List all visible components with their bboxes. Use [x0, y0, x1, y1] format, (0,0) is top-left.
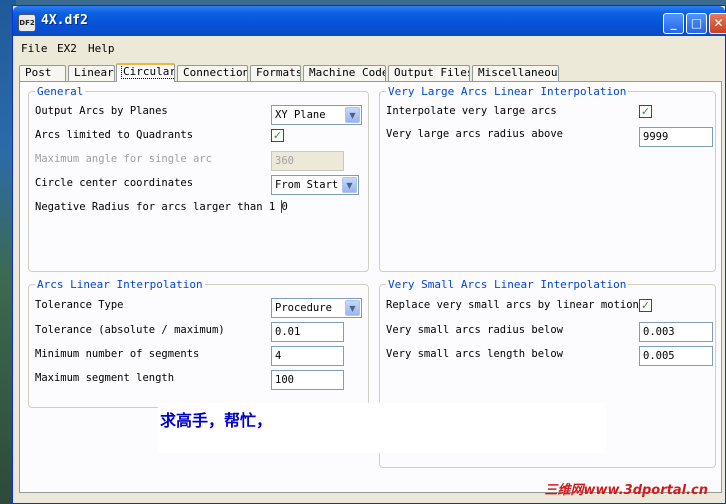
arcs-quadrants-checkbox[interactable]: ✓ — [271, 129, 284, 142]
chevron-down-icon: ▼ — [345, 300, 360, 316]
tab-post[interactable]: Post — [19, 65, 66, 81]
group-very-large-arcs: Very Large Arcs Linear Interpolation Int… — [379, 85, 716, 272]
max-segment-input[interactable]: 100 — [271, 370, 344, 390]
small-length-label: Very small arcs length below — [386, 348, 564, 360]
tab-miscellaneous[interactable]: Miscellaneous — [472, 65, 559, 81]
neg-radius-checkbox[interactable] — [276, 200, 282, 213]
group-title: Very Small Arcs Linear Interpolation — [386, 278, 629, 291]
replace-small-label: Replace very small arcs by linear motion — [386, 299, 639, 311]
tab-label: Miscellaneous — [478, 66, 559, 79]
chevron-down-icon: ▼ — [342, 177, 357, 193]
group-arcs-linear: Arcs Linear Interpolation Tolerance Type… — [28, 278, 369, 408]
minimize-button[interactable]: _ — [663, 13, 684, 34]
tab-machine-code[interactable]: Machine Code — [303, 65, 386, 81]
tab-label: Machine Code — [309, 66, 386, 79]
arcs-quadrants-label: Arcs limited to Quadrants — [35, 129, 194, 141]
max-angle-label: Maximum angle for single arc — [35, 153, 213, 165]
large-radius-input[interactable]: 9999 — [639, 127, 713, 147]
output-arcs-select[interactable]: XY Plane ▼ — [271, 105, 362, 125]
tab-label: Post — [25, 66, 52, 79]
tab-connection[interactable]: Connection — [177, 65, 248, 81]
circle-center-select[interactable]: From Start ▼ — [271, 175, 359, 195]
tab-label: Formats — [256, 66, 301, 79]
interpolate-large-label: Interpolate very large arcs — [386, 105, 557, 117]
tab-label: Output Files — [394, 66, 470, 79]
tolerance-label: Tolerance (absolute / maximum) — [35, 324, 225, 336]
group-title: Arcs Linear Interpolation — [35, 278, 205, 291]
menu-ex2[interactable]: EX2 — [57, 42, 77, 55]
interpolate-large-checkbox[interactable]: ✓ — [639, 105, 652, 118]
tab-circular[interactable]: Circular — [116, 63, 175, 82]
group-general: General Output Arcs by Planes XY Plane ▼… — [28, 85, 369, 272]
select-value: From Start — [275, 179, 339, 191]
watermark-text: 三维网www.3dportal.cn — [544, 483, 708, 498]
neg-radius-label: Negative Radius for arcs larger than 180 — [35, 201, 288, 213]
tab-label: Circular — [121, 65, 175, 79]
group-title: General — [35, 85, 86, 98]
maximize-button[interactable]: □ — [686, 13, 707, 34]
tab-panel-circular: General Output Arcs by Planes XY Plane ▼… — [19, 81, 722, 493]
replace-small-checkbox[interactable]: ✓ — [639, 299, 652, 312]
tab-output-files[interactable]: Output Files — [388, 65, 470, 81]
menu-file[interactable]: File — [21, 42, 48, 55]
tab-label: Linear — [74, 66, 114, 79]
chevron-down-icon: ▼ — [345, 107, 360, 123]
overlay-note: 求高手，帮忙， — [158, 403, 606, 453]
select-value: XY Plane — [275, 109, 326, 121]
window-title: 4X.df2 — [41, 13, 88, 28]
min-segments-input[interactable]: 4 — [271, 346, 344, 366]
tolerance-input[interactable]: 0.01 — [271, 322, 344, 342]
small-length-input[interactable]: 0.005 — [639, 346, 713, 366]
tolerance-type-label: Tolerance Type — [35, 299, 124, 311]
max-angle-input[interactable]: 360 — [271, 151, 344, 171]
menu-help[interactable]: Help — [88, 42, 115, 55]
tab-label: Connection — [183, 66, 248, 79]
note-text: 求高手，帮忙， — [160, 411, 273, 430]
group-title: Very Large Arcs Linear Interpolation — [386, 85, 629, 98]
tab-formats[interactable]: Formats — [250, 65, 301, 81]
large-radius-label: Very large arcs radius above — [386, 128, 564, 140]
small-radius-input[interactable]: 0.003 — [639, 322, 713, 342]
circle-center-label: Circle center coordinates — [35, 177, 194, 189]
tab-linear[interactable]: Linear — [68, 65, 115, 81]
max-segment-label: Maximum segment length — [35, 372, 175, 384]
select-value: Procedure — [275, 302, 332, 314]
close-button[interactable]: ✕ — [709, 13, 726, 34]
app-icon: DF2 — [18, 14, 36, 32]
app-window: DF2 4X.df2 _ □ ✕ File EX2 Help Post Line… — [12, 5, 726, 504]
small-radius-label: Very small arcs radius below — [386, 324, 564, 336]
tolerance-type-select[interactable]: Procedure ▼ — [271, 298, 362, 318]
title-bar[interactable]: DF2 4X.df2 _ □ ✕ — [13, 6, 726, 36]
min-segments-label: Minimum number of segments — [35, 348, 200, 360]
menu-bar: File EX2 Help — [13, 38, 725, 58]
output-arcs-label: Output Arcs by Planes — [35, 105, 168, 117]
